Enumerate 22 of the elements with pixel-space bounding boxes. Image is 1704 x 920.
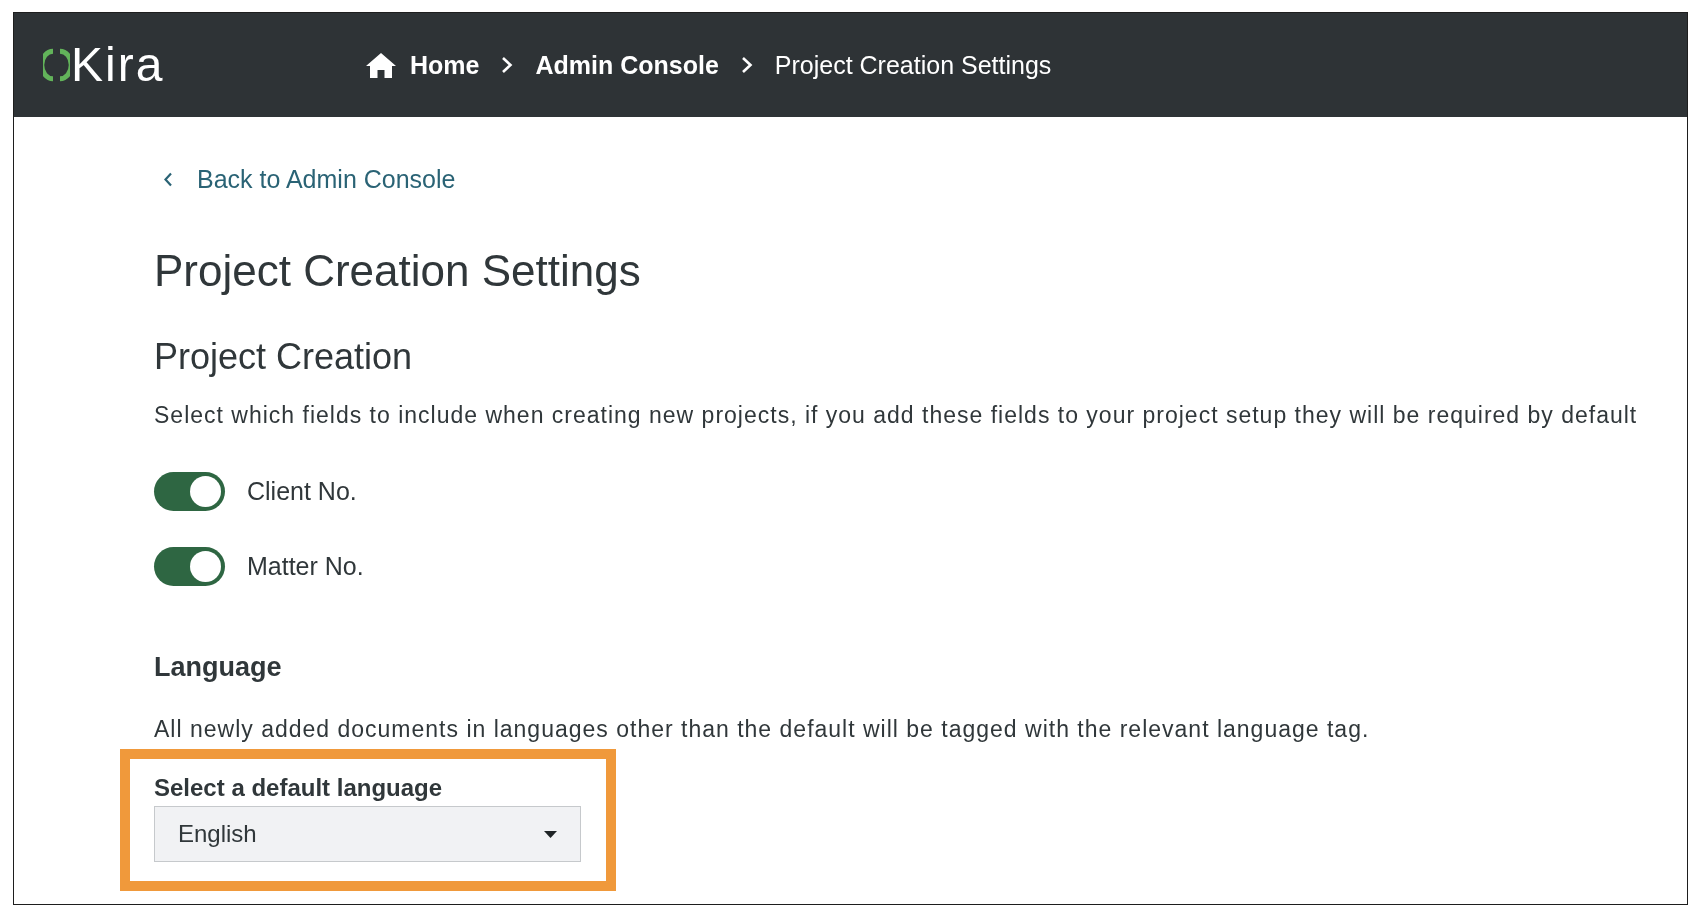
select-label: Select a default language bbox=[154, 773, 443, 803]
page-title: Project Creation Settings bbox=[154, 245, 641, 297]
language-description: All newly added documents in languages other than the default will be tagged with the relevant language tag. bbox=[154, 715, 1370, 744]
breadcrumb-link[interactable]: Home bbox=[410, 50, 480, 80]
toggle-label: Matter No. bbox=[247, 551, 364, 581]
logo-text: Kira bbox=[71, 39, 165, 91]
caret-down-icon bbox=[544, 830, 557, 838]
back-link[interactable]: Back to Admin Console bbox=[163, 164, 456, 194]
ring-logo-icon bbox=[43, 48, 70, 82]
toggle-switch[interactable] bbox=[154, 471, 225, 511]
house-icon bbox=[366, 52, 396, 78]
section-heading: Project Creation bbox=[154, 335, 413, 379]
subsection-heading: Language bbox=[154, 651, 282, 683]
language-select[interactable]: English bbox=[154, 806, 581, 862]
toggle-switch[interactable] bbox=[154, 546, 225, 586]
breadcrumb-link[interactable]: Admin Console bbox=[535, 50, 719, 80]
toggle-label: Client No. bbox=[247, 476, 357, 506]
section-description: Select which fields to include when creating new projects, if you add these fields to your project setup they will be required by default bbox=[154, 401, 1638, 430]
chevron-right-icon bbox=[501, 56, 514, 74]
chevron-right-icon bbox=[740, 56, 753, 74]
breadcrumb-current: Project Creation Settings bbox=[774, 50, 1052, 80]
chevron-left-icon bbox=[163, 171, 173, 187]
